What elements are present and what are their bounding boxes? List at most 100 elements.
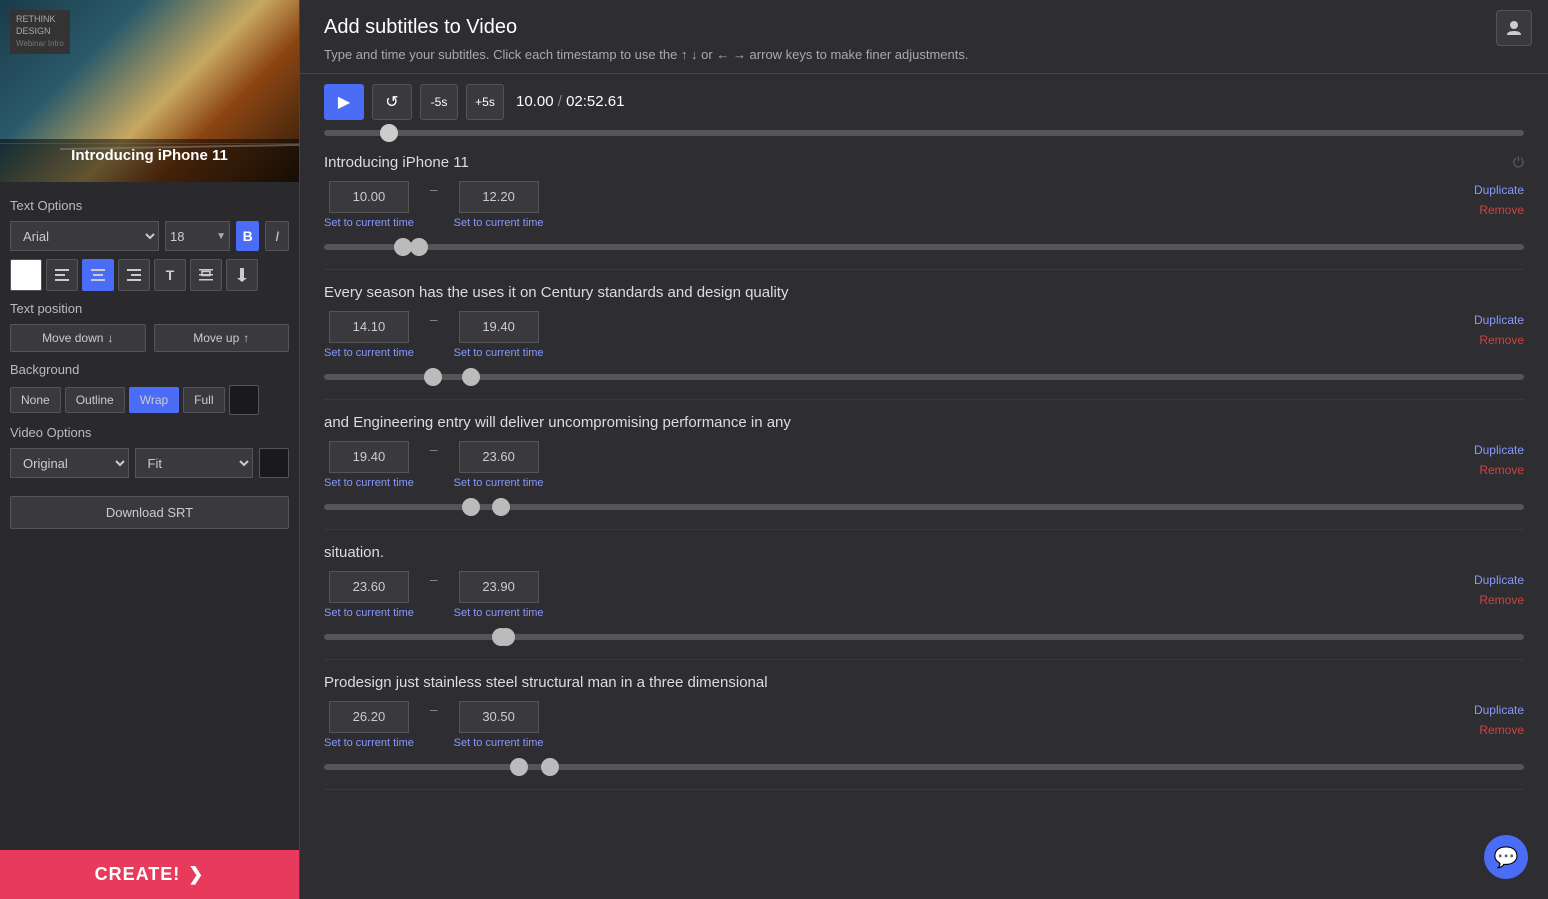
end-time-input[interactable] bbox=[459, 701, 539, 733]
slider-end-handle[interactable] bbox=[462, 368, 480, 386]
subtitle-slider-row[interactable] bbox=[324, 625, 1524, 649]
set-end-time-button[interactable]: Set to current time bbox=[454, 735, 544, 751]
remove-button[interactable]: Remove bbox=[1479, 201, 1524, 219]
slider-start-handle[interactable] bbox=[424, 368, 442, 386]
play-button[interactable]: ▶ bbox=[324, 84, 364, 120]
duplicate-button[interactable]: Duplicate bbox=[1474, 181, 1524, 199]
slider-end-handle[interactable] bbox=[492, 498, 510, 516]
subtitle-actions: Duplicate Remove bbox=[1474, 441, 1524, 479]
font-select[interactable]: Arial Helvetica Times New Roman bbox=[10, 221, 159, 251]
rewind-icon: ↺ bbox=[385, 92, 398, 112]
bg-wrap-button[interactable]: Wrap bbox=[129, 387, 179, 413]
end-time-input[interactable] bbox=[459, 571, 539, 603]
subtitle-item: situation. Set to current time – Set to … bbox=[324, 530, 1524, 660]
subtitle-slider-track[interactable] bbox=[324, 244, 1524, 250]
set-end-time-button[interactable]: Set to current time bbox=[454, 605, 544, 621]
subtitle-slider-row[interactable] bbox=[324, 495, 1524, 519]
background-label: Background bbox=[10, 362, 289, 377]
start-time-input[interactable] bbox=[329, 181, 409, 213]
plus5-button[interactable]: +5s bbox=[466, 84, 504, 120]
slider-end-handle[interactable] bbox=[497, 628, 515, 646]
start-time-input[interactable] bbox=[329, 701, 409, 733]
start-time-input[interactable] bbox=[329, 571, 409, 603]
set-start-time-button[interactable]: Set to current time bbox=[324, 735, 414, 751]
subtitle-slider-row[interactable] bbox=[324, 755, 1524, 779]
text-style-button[interactable]: T bbox=[154, 259, 186, 291]
plus5-label: +5s bbox=[475, 95, 495, 109]
subtitle-slider-row[interactable] bbox=[324, 235, 1524, 259]
set-end-time-button[interactable]: Set to current time bbox=[454, 475, 544, 491]
italic-button[interactable]: I bbox=[265, 221, 289, 251]
slider-end-handle[interactable] bbox=[410, 238, 428, 256]
slider-end-handle[interactable] bbox=[541, 758, 559, 776]
subtitle-slider-track[interactable] bbox=[324, 764, 1524, 770]
bg-none-button[interactable]: None bbox=[10, 387, 61, 413]
video-preview-title: Introducing iPhone 11 bbox=[12, 147, 287, 174]
distribute-button[interactable] bbox=[190, 259, 222, 291]
font-size-select[interactable]: 18 12 14 16 20 24 bbox=[165, 221, 230, 251]
bold-button[interactable]: B bbox=[236, 221, 259, 251]
subtitle-text: and Engineering entry will deliver uncom… bbox=[324, 414, 1524, 431]
end-time-input[interactable] bbox=[459, 441, 539, 473]
text-options-label: Text Options bbox=[10, 198, 289, 213]
video-fit-select[interactable]: Fit Fill Crop bbox=[135, 448, 254, 478]
start-time-input[interactable] bbox=[329, 441, 409, 473]
set-start-time-button[interactable]: Set to current time bbox=[324, 345, 414, 361]
duplicate-button[interactable]: Duplicate bbox=[1474, 701, 1524, 719]
subtitle-text: Introducing iPhone 11 bbox=[324, 154, 1524, 171]
duplicate-button[interactable]: Duplicate bbox=[1474, 571, 1524, 589]
set-end-time-button[interactable]: Set to current time bbox=[454, 345, 544, 361]
video-ratio-select[interactable]: Original 16:9 9:16 1:1 bbox=[10, 448, 129, 478]
set-start-time-button[interactable]: Set to current time bbox=[324, 215, 414, 231]
bg-outline-button[interactable]: Outline bbox=[65, 387, 125, 413]
set-end-time-button[interactable]: Set to current time bbox=[454, 215, 544, 231]
minus5-button[interactable]: -5s bbox=[420, 84, 458, 120]
rewind-button[interactable]: ↺ bbox=[372, 84, 412, 120]
remove-button[interactable]: Remove bbox=[1479, 461, 1524, 479]
chat-bubble-button[interactable]: 💬 bbox=[1484, 835, 1528, 879]
bg-full-button[interactable]: Full bbox=[183, 387, 224, 413]
subtitle-item: and Engineering entry will deliver uncom… bbox=[324, 400, 1524, 530]
user-avatar-button[interactable] bbox=[1496, 10, 1532, 46]
align-bottom-button[interactable] bbox=[226, 259, 258, 291]
set-start-time-button[interactable]: Set to current time bbox=[324, 605, 414, 621]
end-time-input[interactable] bbox=[459, 181, 539, 213]
align-center-button[interactable] bbox=[82, 259, 114, 291]
create-button[interactable]: CREATE! ❯ bbox=[0, 850, 299, 899]
subtitle-slider-track[interactable] bbox=[324, 374, 1524, 380]
set-start-time-button[interactable]: Set to current time bbox=[324, 475, 414, 491]
align-right-button[interactable] bbox=[118, 259, 150, 291]
font-row: Arial Helvetica Times New Roman 18 12 14… bbox=[10, 221, 289, 251]
end-time-group: Set to current time bbox=[454, 701, 544, 751]
sidebar-options: Text Options Arial Helvetica Times New R… bbox=[0, 182, 299, 850]
end-time-input[interactable] bbox=[459, 311, 539, 343]
duplicate-button[interactable]: Duplicate bbox=[1474, 441, 1524, 459]
progress-bar-thumb[interactable] bbox=[380, 124, 398, 142]
download-srt-button[interactable]: Download SRT bbox=[10, 496, 289, 529]
font-size-wrapper: 18 12 14 16 20 24 ▼ bbox=[165, 221, 230, 251]
power-icon[interactable]: ⏻ bbox=[1513, 154, 1524, 171]
remove-button[interactable]: Remove bbox=[1479, 591, 1524, 609]
slider-start-handle[interactable] bbox=[462, 498, 480, 516]
start-time-input[interactable] bbox=[329, 311, 409, 343]
current-time-display: 10.00 / 02:52.61 bbox=[516, 93, 624, 110]
progress-bar-container[interactable] bbox=[300, 130, 1548, 136]
progress-bar-track[interactable] bbox=[324, 130, 1524, 136]
remove-button[interactable]: Remove bbox=[1479, 331, 1524, 349]
video-color-swatch[interactable] bbox=[259, 448, 289, 478]
duplicate-button[interactable]: Duplicate bbox=[1474, 311, 1524, 329]
move-up-button[interactable]: Move up ↑ bbox=[154, 324, 290, 352]
subtitle-slider-row[interactable] bbox=[324, 365, 1524, 389]
slider-start-handle[interactable] bbox=[394, 238, 412, 256]
align-left-button[interactable] bbox=[46, 259, 78, 291]
subtitle-actions: Duplicate Remove bbox=[1474, 701, 1524, 739]
slider-start-handle[interactable] bbox=[510, 758, 528, 776]
move-down-button[interactable]: Move down ↓ bbox=[10, 324, 146, 352]
sidebar: RETHINK DESIGN Webinar Intro Introducing… bbox=[0, 0, 300, 899]
subtitle-item: Every season has the uses it on Century … bbox=[324, 270, 1524, 400]
main-subtitle: Type and time your subtitles. Click each… bbox=[324, 45, 1524, 65]
remove-button[interactable]: Remove bbox=[1479, 721, 1524, 739]
bg-color-swatch[interactable] bbox=[229, 385, 259, 415]
color-swatch[interactable] bbox=[10, 259, 42, 291]
minus5-label: -5s bbox=[431, 95, 448, 109]
